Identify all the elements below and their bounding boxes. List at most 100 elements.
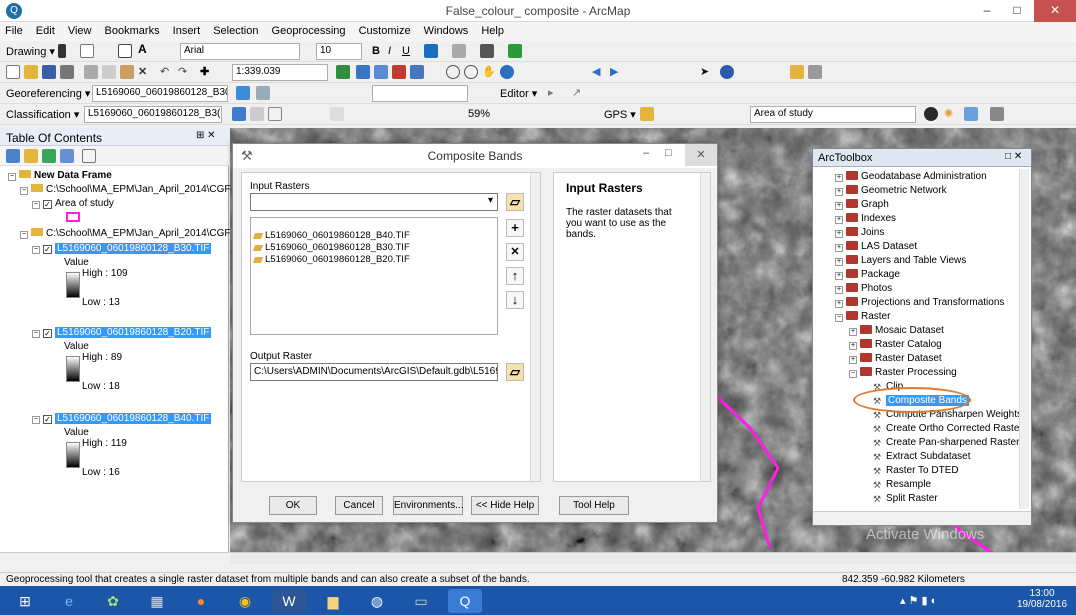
layer-checkbox[interactable]: ✓	[43, 415, 52, 424]
arctoolbox-vertical-scrollbar[interactable]	[1019, 169, 1029, 509]
toolbox-item[interactable]: + Geometric Network	[835, 185, 947, 198]
toc-horizontal-scrollbar[interactable]	[0, 552, 229, 564]
classification-menu[interactable]: Classification ▾	[6, 108, 79, 121]
menu-geoprocessing[interactable]: Geoprocessing	[267, 22, 351, 37]
firefox-icon[interactable]: ●	[184, 589, 218, 613]
map-horizontal-scrollbar[interactable]	[230, 552, 1076, 564]
tool-item[interactable]: ⚒ Split Raster	[873, 493, 938, 506]
zoom-out-icon[interactable]	[464, 65, 478, 79]
toc-area-of-study[interactable]: − ✓ Area of study	[32, 198, 114, 209]
tool-item[interactable]: ⚒ Create Pan-sharpened Raster D	[873, 437, 1029, 450]
toc-pin-close[interactable]: ⊞ ✕	[196, 130, 216, 141]
copy-icon[interactable]	[102, 65, 116, 79]
editor-menu[interactable]: Editor ▾	[500, 87, 537, 100]
maximize-button[interactable]: □	[1002, 0, 1032, 22]
raster-list-item[interactable]: L5169060_06019860128_B20.TIF	[251, 254, 497, 266]
parameters-scrollbar[interactable]	[530, 173, 540, 481]
histogram-icon[interactable]	[330, 107, 344, 121]
dialog-maximize-button[interactable]: □	[665, 147, 672, 159]
full-extent-icon[interactable]	[500, 65, 514, 79]
help-scrollbar[interactable]	[700, 173, 710, 481]
menu-file[interactable]: File	[0, 22, 28, 37]
raster-list-item[interactable]: L5169060_06019860128_B30.TIF	[251, 242, 497, 254]
editor-toolbar-icon[interactable]	[336, 65, 350, 79]
draw-polygon-icon[interactable]	[250, 107, 264, 121]
paste-icon[interactable]	[120, 65, 134, 79]
layer-checkbox[interactable]: ✓	[43, 245, 52, 254]
toolbox-item[interactable]: + Joins	[835, 227, 884, 240]
toolbox-item-raster[interactable]: − Raster	[835, 311, 890, 324]
print-icon[interactable]	[60, 65, 74, 79]
identify-icon[interactable]	[720, 65, 734, 79]
font-select[interactable]: Arial	[180, 43, 300, 60]
toolbox-item[interactable]: + Graph	[835, 199, 889, 212]
line-color-icon[interactable]	[480, 44, 494, 58]
add-data-icon[interactable]: ✚	[200, 65, 214, 79]
toolbox-item[interactable]: + Photos	[835, 283, 892, 296]
close-button[interactable]: ✕	[1034, 0, 1076, 22]
output-raster-input[interactable]: C:\Users\ADMIN\Documents\ArcGIS\Default.…	[250, 363, 498, 381]
arcmap-taskbar-icon[interactable]: Q	[448, 589, 482, 613]
rectangle-icon[interactable]	[118, 44, 132, 58]
tool-help-button[interactable]: Tool Help	[559, 496, 629, 515]
polygon-symbol[interactable]	[66, 212, 80, 222]
font-color-icon[interactable]	[424, 44, 438, 58]
list-by-visibility-icon[interactable]	[42, 149, 56, 163]
tool-item[interactable]: ⚒ Raster To DTED	[873, 465, 959, 478]
swipe-icon[interactable]	[964, 107, 978, 121]
toolset-item-raster-processing[interactable]: − Raster Processing	[849, 367, 957, 380]
underline-button[interactable]: U	[402, 45, 410, 57]
file-explorer-icon[interactable]: ▆	[316, 589, 350, 613]
app-window-icon[interactable]: ▭	[404, 589, 438, 613]
edit-tool-icon[interactable]: ▸	[548, 86, 562, 100]
bold-button[interactable]: B	[372, 45, 380, 57]
gps-icon[interactable]	[640, 107, 654, 121]
toolbox-item[interactable]: + Projections and Transformations	[835, 297, 1004, 310]
start-button-windows-icon[interactable]: ⊞	[8, 589, 42, 613]
internet-explorer-icon[interactable]: e	[52, 589, 86, 613]
save-icon[interactable]	[42, 65, 56, 79]
area-of-study-select[interactable]: Area of study	[750, 106, 916, 123]
calculator-icon[interactable]: ▦	[140, 589, 174, 613]
font-size-select[interactable]: 10	[316, 43, 362, 60]
menu-customize[interactable]: Customize	[354, 22, 416, 37]
binoculars-icon[interactable]	[808, 65, 822, 79]
classification-layer-select[interactable]: L5169060_06019860128_B3(	[84, 106, 222, 123]
cut-icon[interactable]	[84, 65, 98, 79]
toc-layer-b40[interactable]: − ✓ L5169060_06019860128_B40.TIF	[32, 413, 212, 424]
toc-folder-1[interactable]: − C:\School\MA_EPM\Jan_April_2014\CGF	[20, 184, 231, 195]
toolbox-item[interactable]: + Geodatabase Administration	[835, 171, 987, 184]
redo-icon[interactable]: ↷	[178, 65, 192, 79]
list-by-source-icon[interactable]	[24, 149, 38, 163]
browse-input-button[interactable]: ▱	[506, 193, 524, 211]
arctoolbox-close-icon[interactable]: □ ✕	[1005, 151, 1022, 162]
tool-item[interactable]: ⚒ Resample	[873, 479, 931, 492]
cancel-button[interactable]: Cancel	[335, 496, 383, 515]
app-icon[interactable]: ✿	[96, 589, 130, 613]
input-rasters-list[interactable]: L5169060_06019860128_B40.TIF L5169060_06…	[250, 217, 498, 335]
select-elements-icon[interactable]: ➤	[700, 65, 714, 79]
python-window-icon[interactable]	[410, 65, 424, 79]
environments-button[interactable]: Environments...	[393, 496, 463, 515]
toolset-item[interactable]: + Raster Catalog	[849, 339, 942, 352]
pan-icon[interactable]: ✋	[482, 65, 496, 79]
effects-icon[interactable]	[990, 107, 1004, 121]
training-sample-icon[interactable]	[232, 107, 246, 121]
minimize-button[interactable]: –	[972, 0, 1002, 22]
app-globe-icon[interactable]: ◍	[360, 589, 394, 613]
menu-bookmarks[interactable]: Bookmarks	[100, 22, 165, 37]
toc-data-frame[interactable]: − New Data Frame	[8, 170, 112, 181]
add-control-points-icon[interactable]	[236, 86, 250, 100]
input-rasters-dropdown[interactable]: ▾	[250, 193, 498, 211]
georef-input[interactable]	[372, 85, 468, 102]
toc-folder-2[interactable]: − C:\School\MA_EPM\Jan_April_2014\CGF	[20, 228, 231, 239]
tool-item[interactable]: ⚒ Create Ortho Corrected Raster	[873, 423, 1023, 436]
georeferencing-menu[interactable]: Georeferencing ▾	[6, 87, 90, 100]
link-table-icon[interactable]	[256, 86, 270, 100]
menu-help[interactable]: Help	[476, 22, 509, 37]
new-document-icon[interactable]	[6, 65, 20, 79]
toc-layer-b30[interactable]: − ✓ L5169060_06019860128_B30.TIF	[32, 243, 212, 254]
georef-layer-select[interactable]: L5169060_06019860128_B30.T	[92, 85, 228, 102]
dialog-minimize-button[interactable]: –	[643, 147, 649, 159]
menu-insert[interactable]: Insert	[168, 22, 206, 37]
